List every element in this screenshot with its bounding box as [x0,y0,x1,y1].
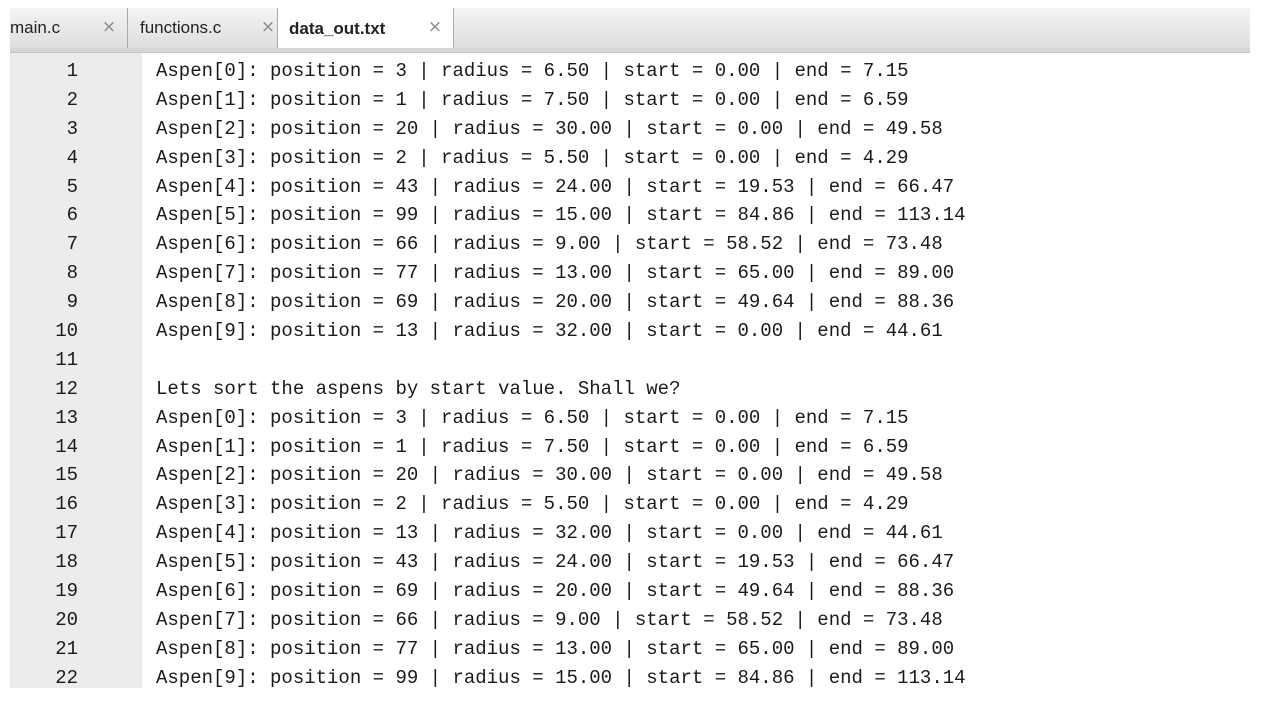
line-text[interactable]: Aspen[1]: position = 1 | radius = 7.50 |… [156,433,909,462]
tab-label: main.c [10,18,61,37]
tab-functions-c[interactable]: functions.c × [128,8,287,48]
line-text[interactable]: Aspen[2]: position = 20 | radius = 30.00… [156,461,943,490]
editor-line[interactable]: 3 Aspen[2]: position = 20 | radius = 30.0… [10,115,1250,144]
line-text[interactable]: Aspen[8]: position = 69 | radius = 20.00… [156,288,954,317]
line-number: 7 [66,233,78,256]
line-number: 15 [55,464,78,487]
line-number: 22 [55,666,78,688]
tab-label: functions.c [140,18,222,37]
editor-line[interactable]: 1 Aspen[0]: position = 3 | radius = 6.50 … [10,57,1250,86]
editor-line[interactable]: 4 Aspen[3]: position = 2 | radius = 5.50 … [10,144,1250,173]
line-number: 2 [66,88,78,111]
close-icon[interactable]: × [99,17,119,37]
line-number: 17 [55,522,78,545]
line-number: 19 [55,580,78,603]
line-text[interactable]: Aspen[1]: position = 1 | radius = 7.50 |… [156,86,909,115]
line-text[interactable]: Lets sort the aspens by start value. Sha… [156,375,681,404]
line-text[interactable]: Aspen[6]: position = 69 | radius = 20.00… [156,577,954,606]
line-text[interactable]: Aspen[6]: position = 66 | radius = 9.00 … [156,230,943,259]
editor-line[interactable]: 17 Aspen[4]: position = 13 | radius = 32.… [10,519,1250,548]
editor-line[interactable]: 15 Aspen[2]: position = 20 | radius = 30.… [10,461,1250,490]
editor-line[interactable]: 10 Aspen[9]: position = 13 | radius = 32.… [10,317,1250,346]
line-text[interactable]: Aspen[4]: position = 13 | radius = 32.00… [156,519,943,548]
editor-line[interactable]: 6 Aspen[5]: position = 99 | radius = 15.0… [10,201,1250,230]
editor-line[interactable]: 18 Aspen[5]: position = 43 | radius = 24.… [10,548,1250,577]
line-text[interactable]: Aspen[4]: position = 43 | radius = 24.00… [156,173,954,202]
tab-label: data_out.txt [289,18,386,38]
editor-line[interactable]: 13 Aspen[0]: position = 3 | radius = 6.50… [10,404,1250,433]
line-number: 13 [55,406,78,429]
editor-line[interactable]: 16 Aspen[3]: position = 2 | radius = 5.50… [10,490,1250,519]
line-number: 8 [66,262,78,285]
line-text[interactable]: Aspen[2]: position = 20 | radius = 30.00… [156,115,943,144]
editor-line[interactable]: 14 Aspen[1]: position = 1 | radius = 7.50… [10,433,1250,462]
editor-line[interactable]: 12 Lets sort the aspens by start value. S… [10,375,1250,404]
line-text[interactable]: Aspen[9]: position = 13 | radius = 32.00… [156,317,943,346]
tab-main-c[interactable]: main.c × [10,8,128,48]
line-text[interactable]: Aspen[0]: position = 3 | radius = 6.50 |… [156,57,909,86]
tab-separator [10,48,1250,53]
tab-bar: main.c × functions.c × data_out.txt × [10,8,1250,49]
line-text[interactable]: Aspen[9]: position = 99 | radius = 15.00… [156,664,966,688]
line-text[interactable]: Aspen[5]: position = 99 | radius = 15.00… [156,201,966,230]
line-number: 4 [66,146,78,169]
text-editor[interactable]: 1 Aspen[0]: position = 3 | radius = 6.50 … [10,57,1250,688]
line-number: 10 [55,320,78,343]
line-text[interactable]: Aspen[0]: position = 3 | radius = 6.50 |… [156,404,909,433]
editor-line[interactable]: 11 [10,346,1250,375]
line-number: 12 [55,377,78,400]
line-text[interactable]: Aspen[8]: position = 77 | radius = 13.00… [156,635,954,664]
editor-line[interactable]: 2 Aspen[1]: position = 1 | radius = 7.50 … [10,86,1250,115]
line-text[interactable]: Aspen[5]: position = 43 | radius = 24.00… [156,548,954,577]
line-number: 18 [55,551,78,574]
line-number: 6 [66,204,78,227]
editor-line[interactable]: 21 Aspen[8]: position = 77 | radius = 13.… [10,635,1250,664]
line-text[interactable]: Aspen[3]: position = 2 | radius = 5.50 |… [156,144,909,173]
close-icon[interactable]: × [258,17,278,37]
editor-line[interactable]: 19 Aspen[6]: position = 69 | radius = 20.… [10,577,1250,606]
line-number: 20 [55,608,78,631]
editor-window: main.c × functions.c × data_out.txt × 1 A… [10,8,1250,688]
line-text[interactable]: Aspen[3]: position = 2 | radius = 5.50 |… [156,490,909,519]
line-text[interactable]: Aspen[7]: position = 77 | radius = 13.00… [156,259,954,288]
line-text[interactable]: Aspen[7]: position = 66 | radius = 9.00 … [156,606,943,635]
line-number: 1 [66,60,78,82]
line-number: 3 [66,117,78,140]
editor-line[interactable]: 20 Aspen[7]: position = 66 | radius = 9.0… [10,606,1250,635]
line-number: 16 [55,493,78,516]
close-icon[interactable]: × [425,17,445,37]
line-number: 11 [55,348,78,371]
editor-line[interactable]: 22 Aspen[9]: position = 99 | radius = 15.… [10,664,1250,688]
line-number: 9 [66,291,78,314]
editor-line[interactable]: 7 Aspen[6]: position = 66 | radius = 9.00… [10,230,1250,259]
tab-data-out-txt[interactable]: data_out.txt × [277,8,454,49]
editor-line[interactable]: 5 Aspen[4]: position = 43 | radius = 24.0… [10,173,1250,202]
line-number: 14 [55,435,78,458]
editor-line[interactable]: 8 Aspen[7]: position = 77 | radius = 13.0… [10,259,1250,288]
editor-line[interactable]: 9 Aspen[8]: position = 69 | radius = 20.0… [10,288,1250,317]
line-number: 21 [55,637,78,660]
line-number: 5 [66,175,78,198]
